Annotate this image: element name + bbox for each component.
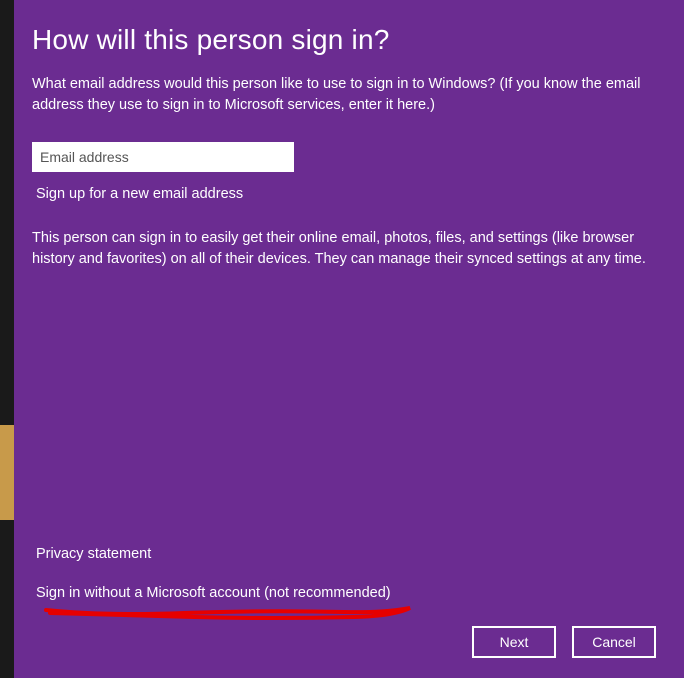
- spacer: [32, 290, 656, 545]
- cancel-button[interactable]: Cancel: [572, 626, 656, 658]
- annotation-underline: [44, 604, 414, 622]
- info-paragraph: This person can sign in to easily get th…: [32, 228, 656, 270]
- dialog-title: How will this person sign in?: [32, 24, 656, 56]
- privacy-statement-link[interactable]: Privacy statement: [36, 546, 151, 562]
- sign-in-without-account-link[interactable]: Sign in without a Microsoft account (not…: [36, 585, 391, 601]
- email-field[interactable]: [32, 142, 294, 172]
- background-accent: [0, 425, 14, 520]
- dialog-subtitle: What email address would this person lik…: [32, 74, 656, 116]
- button-row: Next Cancel: [32, 626, 656, 658]
- bottom-links: Privacy statement Sign in without a Micr…: [32, 545, 656, 602]
- next-button[interactable]: Next: [472, 626, 556, 658]
- signup-new-email-link[interactable]: Sign up for a new email address: [32, 186, 656, 202]
- background-strip: [0, 0, 14, 678]
- add-user-dialog: How will this person sign in? What email…: [14, 0, 684, 678]
